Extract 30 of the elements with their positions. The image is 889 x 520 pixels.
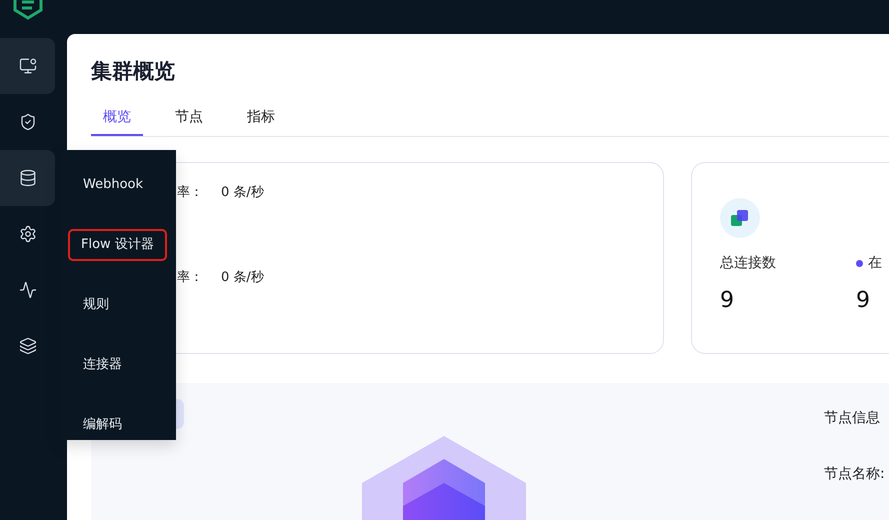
- activity-icon: [18, 281, 36, 299]
- section-heading: 节点信息: [824, 409, 881, 427]
- menu-item[interactable]: Flow 设计器: [68, 229, 167, 261]
- rate-value: 0 条/秒: [221, 184, 264, 201]
- tab[interactable]: 指标: [235, 100, 287, 136]
- status-dot: [856, 260, 863, 266]
- logo-icon: [12, 0, 44, 22]
- menu-item[interactable]: 规则: [70, 289, 122, 321]
- connections-icon: [720, 198, 760, 238]
- stat-value: 9: [720, 288, 735, 313]
- layers-icon: [18, 337, 36, 355]
- database-icon: [18, 169, 36, 187]
- rate-label: 率：: [177, 184, 204, 201]
- menu-item[interactable]: 编解码: [70, 409, 135, 441]
- stat-value: 9: [856, 288, 871, 313]
- monitor-chart-icon: [18, 57, 36, 75]
- settings-icon: [18, 225, 36, 243]
- page-title: 集群概览: [91, 58, 176, 85]
- tab[interactable]: 节点: [163, 100, 215, 136]
- rate-value: 0 条/秒: [221, 269, 264, 286]
- shield-check-icon: [18, 113, 36, 131]
- menu-item[interactable]: Webhook: [70, 169, 156, 201]
- rate-label: 率：: [177, 269, 204, 286]
- stat-label: 总连接数: [720, 254, 776, 272]
- field-label: 节点名称:: [824, 465, 885, 483]
- stat-label: 在: [868, 254, 882, 272]
- tab[interactable]: 概览: [91, 100, 143, 136]
- sidebar-item[interactable]: [0, 38, 55, 94]
- sidebar-item[interactable]: [0, 150, 55, 206]
- menu-item[interactable]: 连接器: [70, 349, 135, 381]
